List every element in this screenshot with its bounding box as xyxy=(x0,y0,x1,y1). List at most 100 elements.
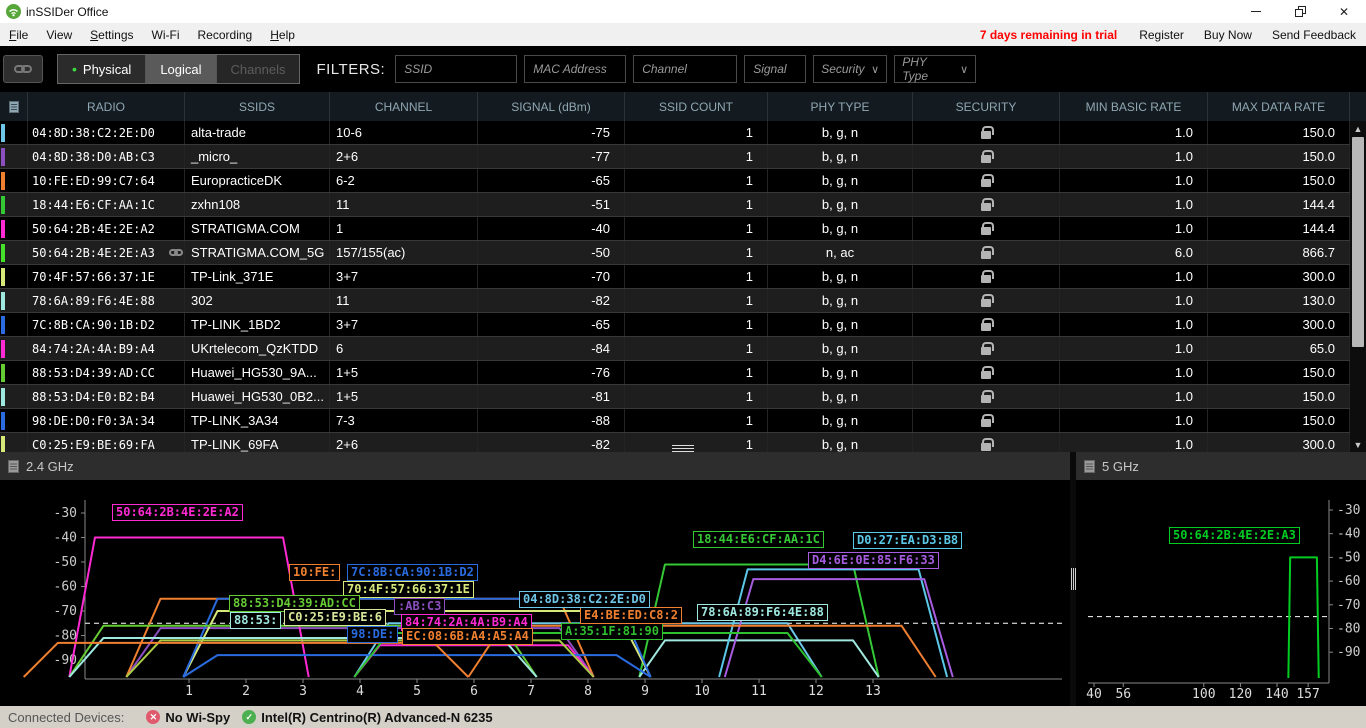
connected-devices-label: Connected Devices: xyxy=(8,710,124,725)
column-header-signal-dbm-[interactable]: SIGNAL (dBm) xyxy=(478,92,625,121)
column-header-ssid-count[interactable]: SSID COUNT xyxy=(625,92,768,121)
radio-cell: 88:53:D4:39:AD:CC xyxy=(28,361,185,384)
close-icon: ✕ xyxy=(1339,5,1349,19)
buy-now-link[interactable]: Buy Now xyxy=(1194,28,1262,42)
link-toggle-button[interactable] xyxy=(3,55,43,83)
signal-cell: -82 xyxy=(478,289,625,312)
table-row[interactable]: 88:53:D4:39:AD:CCHuawei_HG530_9A...1+5-7… xyxy=(0,361,1366,385)
signal-cell: -40 xyxy=(478,217,625,240)
menu-item-file[interactable]: File xyxy=(0,23,37,46)
menu-item-view[interactable]: View xyxy=(37,23,81,46)
table-row[interactable]: 10:FE:ED:99:C7:64EuropracticeDK6-2-651b,… xyxy=(0,169,1366,193)
y-tick-label: -70 xyxy=(54,604,77,619)
scroll-down-button[interactable]: ▼ xyxy=(1350,437,1366,452)
filters-label: FILTERS: xyxy=(316,61,385,78)
send-feedback-link[interactable]: Send Feedback xyxy=(1262,28,1366,42)
table-row[interactable]: 7C:8B:CA:90:1B:D2TP-LINK_1BD23+7-651b, g… xyxy=(0,313,1366,337)
channel-cell: 1+5 xyxy=(330,385,478,408)
ssid-count-cell: 1 xyxy=(625,361,768,384)
column-header-max-data-rate[interactable]: MAX DATA RATE xyxy=(1208,92,1350,121)
ssid-cell: TP-LINK_1BD2 xyxy=(185,313,330,336)
table-scrollbar[interactable]: ▲ ▼ xyxy=(1350,121,1366,452)
phy-type-cell: b, g, n xyxy=(768,145,913,168)
x-tick-label: 7 xyxy=(527,684,535,699)
network-curve xyxy=(725,579,953,677)
table-row[interactable]: 88:53:D4:E0:B2:B4Huawei_HG530_0B2...1+5-… xyxy=(0,385,1366,409)
register-link[interactable]: Register xyxy=(1129,28,1194,42)
filter-ssid-input[interactable] xyxy=(395,55,517,83)
ssid-count-cell: 1 xyxy=(625,337,768,360)
max-data-rate-cell: 150.0 xyxy=(1208,121,1350,144)
table-row[interactable]: 18:44:E6:CF:AA:1Czxhn10811-511b, g, n1.0… xyxy=(0,193,1366,217)
chart-24ghz-header: 2.4 GHz xyxy=(0,452,1070,480)
table-splitter-handle[interactable] xyxy=(672,445,694,452)
no-wispy-label: No Wi-Spy xyxy=(165,710,230,725)
security-cell xyxy=(913,361,1060,384)
filter-security-dropdown[interactable]: Security∨ xyxy=(813,55,887,83)
no-wispy-error-icon: ✕ xyxy=(146,710,160,724)
security-cell xyxy=(913,193,1060,216)
lock-icon xyxy=(981,395,991,403)
filter-phy-type-dropdown[interactable]: PHY Type∨ xyxy=(894,55,976,83)
maximize-button[interactable] xyxy=(1278,0,1322,23)
row-color-marker xyxy=(0,193,28,216)
column-header-security[interactable]: SECURITY xyxy=(913,92,1060,121)
minimize-button[interactable] xyxy=(1234,0,1278,23)
table-row[interactable]: 78:6A:89:F6:4E:8830211-821b, g, n1.0130.… xyxy=(0,289,1366,313)
row-color-marker xyxy=(0,313,28,336)
menu-item-settings[interactable]: Settings xyxy=(81,23,142,46)
menu-item-wifi[interactable]: Wi-Fi xyxy=(143,23,189,46)
view-physical-button[interactable]: •Physical xyxy=(58,55,145,83)
table-corner-icon xyxy=(0,92,28,121)
table-row[interactable]: 04:8D:38:D0:AB:C3_micro_2+6-771b, g, n1.… xyxy=(0,145,1366,169)
network-label: EC:08:6B:A4:A5:A4 xyxy=(402,628,533,645)
menu-item-recording[interactable]: Recording xyxy=(189,23,262,46)
column-header-channel[interactable]: CHANNEL xyxy=(330,92,478,121)
view-logical-button[interactable]: Logical xyxy=(145,55,215,83)
table-row[interactable]: 50:64:2B:4E:2E:A3STRATIGMA.COM_5G157/155… xyxy=(0,241,1366,265)
channel-cell: 6-2 xyxy=(330,169,478,192)
channel-cell: 157/155(ac) xyxy=(330,241,478,264)
menu-item-help[interactable]: Help xyxy=(261,23,304,46)
phy-type-cell: b, g, n xyxy=(768,385,913,408)
column-header-min-basic-rate[interactable]: MIN BASIC RATE xyxy=(1060,92,1208,121)
scroll-up-button[interactable]: ▲ xyxy=(1350,121,1366,136)
adapter-label: Intel(R) Centrino(R) Advanced-N 6235 xyxy=(261,710,492,725)
table-row[interactable]: 98:DE:D0:F0:3A:34TP-LINK_3A347-3-881b, g… xyxy=(0,409,1366,433)
column-header-phy-type[interactable]: PHY TYPE xyxy=(768,92,913,121)
radio-cell: 84:74:2A:4A:B9:A4 xyxy=(28,337,185,360)
filter-signal-input[interactable] xyxy=(744,55,806,83)
network-label: C0:25:E9:BE:6 xyxy=(284,609,386,626)
ssid-count-cell: 1 xyxy=(625,193,768,216)
radio-cell: 04:8D:38:C2:2E:D0 xyxy=(28,121,185,144)
column-header-ssids[interactable]: SSIDS xyxy=(185,92,330,121)
chevron-down-icon: ∨ xyxy=(871,63,879,76)
filter-mac-address-input[interactable] xyxy=(524,55,626,83)
network-label: :AB:C3 xyxy=(394,598,445,615)
lock-icon xyxy=(981,131,991,139)
lock-icon xyxy=(981,251,991,259)
ssid-count-cell: 1 xyxy=(625,241,768,264)
ssid-count-cell: 1 xyxy=(625,121,768,144)
table-row[interactable]: 70:4F:57:66:37:1ETP-Link_371E3+7-701b, g… xyxy=(0,265,1366,289)
network-color-swatch xyxy=(1,124,5,142)
security-cell xyxy=(913,313,1060,336)
column-header-radio[interactable]: RADIO xyxy=(28,92,185,121)
ssid-cell: TP-LINK_69FA xyxy=(185,433,330,452)
lock-icon xyxy=(981,179,991,187)
table-row[interactable]: 84:74:2A:4A:B9:A4UKrtelecom_QzKTDD6-841b… xyxy=(0,337,1366,361)
x-tick-label: 8 xyxy=(584,684,592,699)
table-row[interactable]: 50:64:2B:4E:2E:A2STRATIGMA.COM1-401b, g,… xyxy=(0,217,1366,241)
ssid-cell: STRATIGMA.COM_5G xyxy=(185,241,330,264)
filter-channel-input[interactable] xyxy=(633,55,737,83)
security-cell xyxy=(913,385,1060,408)
signal-cell: -50 xyxy=(478,241,625,264)
view-switcher: •PhysicalLogicalChannels xyxy=(57,54,300,84)
ssid-cell: UKrtelecom_QzKTDD xyxy=(185,337,330,360)
table-row[interactable]: 04:8D:38:C2:2E:D0alta-trade10-6-751b, g,… xyxy=(0,121,1366,145)
scroll-thumb[interactable] xyxy=(1352,137,1364,347)
close-button[interactable]: ✕ xyxy=(1322,0,1366,23)
max-data-rate-cell: 150.0 xyxy=(1208,169,1350,192)
x-tick-label: 9 xyxy=(641,684,649,699)
min-basic-rate-cell: 1.0 xyxy=(1060,385,1208,408)
